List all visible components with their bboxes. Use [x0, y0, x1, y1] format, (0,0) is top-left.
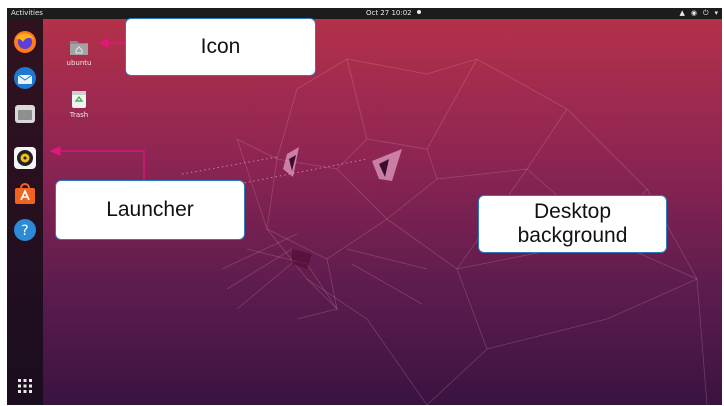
activities-button[interactable]: Activities [11, 8, 43, 19]
launcher-dock: ? [7, 19, 43, 405]
dock-item-thunderbird[interactable] [12, 65, 38, 91]
callout-launcher-text: Launcher [106, 198, 194, 221]
svg-text:?: ? [21, 223, 28, 239]
callout-desktop-line1: Desktop [533, 200, 612, 223]
callout-icon: Icon [125, 18, 316, 76]
dock-item-software[interactable] [12, 181, 38, 207]
software-center-icon [15, 183, 35, 204]
thunderbird-icon [14, 67, 36, 89]
trash-icon [69, 89, 89, 109]
dock-item-rhythmbox[interactable] [12, 145, 38, 171]
power-icon: ⏻ [702, 9, 709, 17]
callout-desktop-line2: background [517, 224, 628, 247]
screenshot-frame: ubuntu Trash Activities Oct 27 10:02 ▲ ◉… [7, 8, 722, 405]
system-tray[interactable]: ▲ ◉ ⏻ ▾ [679, 8, 718, 19]
home-folder-icon [69, 37, 89, 57]
desktop-icon-label: ubuntu [66, 59, 92, 67]
clock-text: Oct 27 10:02 [366, 9, 412, 17]
files-icon [15, 105, 35, 123]
network-icon: ▲ [679, 9, 685, 17]
callout-icon-text: Icon [200, 35, 241, 58]
dock-item-firefox[interactable] [12, 29, 38, 55]
callout-launcher: Launcher [55, 180, 245, 240]
apps-grid-icon [18, 379, 32, 393]
chevron-down-icon: ▾ [714, 9, 718, 17]
rhythmbox-icon [14, 147, 36, 169]
dock-item-files[interactable] [12, 101, 38, 127]
show-applications-button[interactable] [12, 373, 38, 399]
firefox-icon [14, 31, 36, 53]
desktop-icon-home[interactable]: ubuntu [59, 37, 99, 67]
notification-dot-icon [416, 10, 421, 14]
top-bar: Activities Oct 27 10:02 ▲ ◉ ⏻ ▾ [7, 8, 722, 19]
desktop-icon-trash[interactable]: Trash [59, 89, 99, 119]
desktop-icon-label: Trash [69, 111, 89, 119]
callout-desktop-background: Desktop background [478, 195, 667, 253]
volume-icon: ◉ [690, 9, 697, 17]
help-icon: ? [14, 219, 36, 241]
dock-item-help[interactable]: ? [12, 217, 38, 243]
